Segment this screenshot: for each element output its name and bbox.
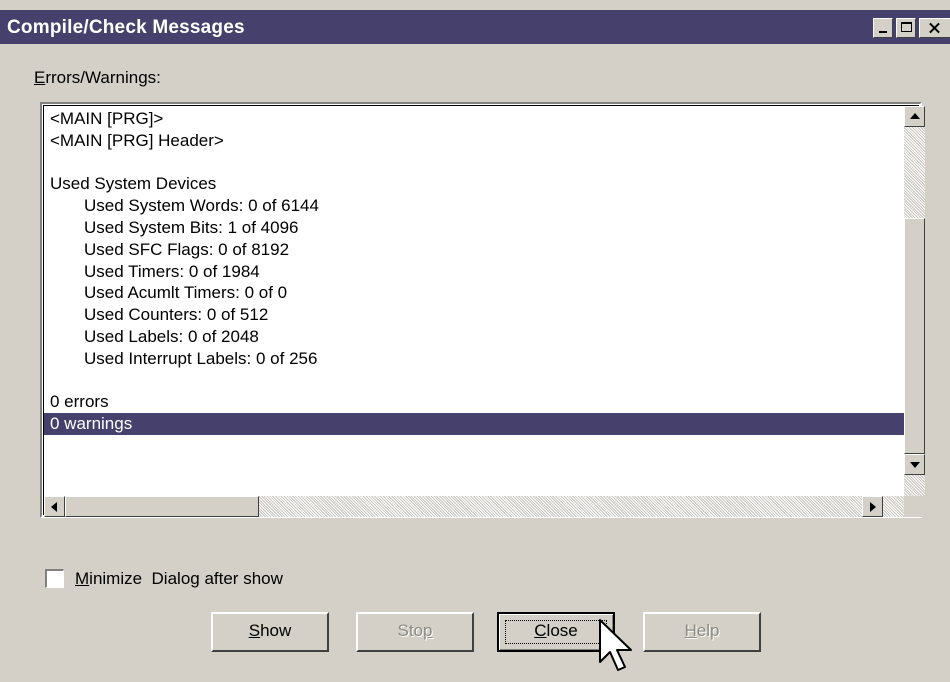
compile-check-dialog: Compile/Check Messages Errors/Warnings: … — [0, 0, 950, 682]
close-accel: C — [534, 621, 547, 640]
show-button[interactable]: Show — [211, 612, 329, 652]
close-button-label: Close — [534, 621, 577, 640]
help-button-label: Help — [685, 621, 720, 640]
chevron-down-icon — [910, 462, 920, 468]
stop-head: Sto — [397, 621, 424, 640]
message-line[interactable]: Used System Words: 0 of 6144 — [48, 195, 905, 217]
scroll-up-button[interactable] — [904, 106, 925, 127]
errors-warnings-label-accel: E — [34, 68, 46, 87]
stop-accel: p — [423, 621, 433, 640]
errors-warnings-label: Errors/Warnings: — [34, 68, 161, 88]
message-line[interactable]: Used System Bits: 1 of 4096 — [48, 217, 905, 239]
message-line[interactable]: <MAIN [PRG]> — [48, 108, 905, 130]
message-line[interactable]: Used Acumlt Timers: 0 of 0 — [48, 282, 905, 304]
scroll-down-button[interactable] — [904, 454, 925, 475]
help-accel: H — [684, 621, 697, 640]
message-line[interactable]: 0 errors — [48, 391, 905, 413]
messages-listbox[interactable]: <MAIN [PRG]> <MAIN [PRG] Header> Used Sy… — [40, 102, 925, 518]
message-line[interactable]: Used Interrupt Labels: 0 of 256 — [48, 348, 905, 370]
chevron-right-icon — [870, 502, 876, 512]
title-bar[interactable]: Compile/Check Messages — [0, 10, 950, 44]
horizontal-scrollbar[interactable] — [44, 496, 904, 517]
message-line[interactable]: Used SFC Flags: 0 of 8192 — [48, 239, 905, 261]
scrollbar-corner — [904, 496, 925, 517]
horizontal-scroll-thumb[interactable] — [65, 496, 259, 517]
errors-warnings-label-rest: rrors/Warnings: — [45, 68, 161, 87]
message-line[interactable]: Used System Devices — [48, 173, 905, 195]
chevron-left-icon — [51, 502, 57, 512]
window-title: Compile/Check Messages — [7, 17, 245, 38]
help-rest: elp — [696, 621, 720, 640]
minimize-label-tail: Dialog after show — [151, 569, 283, 588]
minimize-icon[interactable] — [873, 18, 893, 38]
message-line[interactable] — [48, 152, 905, 174]
messages-lines: <MAIN [PRG]> <MAIN [PRG] Header> Used Sy… — [44, 108, 905, 435]
message-line[interactable]: Used Timers: 0 of 1984 — [48, 261, 905, 283]
scroll-right-button[interactable] — [862, 496, 883, 517]
chevron-up-icon — [910, 113, 920, 119]
message-line-selected[interactable]: 0 warnings — [44, 413, 905, 435]
messages-list-frame: <MAIN [PRG]> <MAIN [PRG] Header> Used Sy… — [43, 105, 925, 517]
vertical-scroll-thumb[interactable] — [904, 218, 925, 454]
stop-button[interactable]: Stop — [356, 612, 474, 652]
scroll-left-button[interactable] — [44, 496, 65, 517]
minimize-label-accel: M — [75, 569, 90, 588]
close-icon[interactable] — [919, 18, 950, 38]
message-line[interactable]: Used Counters: 0 of 512 — [48, 304, 905, 326]
minimize-label-rest: inimize — [89, 569, 143, 588]
stop-button-label: Stop — [398, 621, 433, 640]
minimize-checkbox[interactable] — [45, 569, 64, 588]
message-line[interactable]: <MAIN [PRG] Header> — [48, 130, 905, 152]
message-line[interactable]: Used Labels: 0 of 2048 — [48, 326, 905, 348]
arrow-cursor-icon — [599, 619, 632, 671]
minimize-checkbox-label[interactable]: Minimize Dialog after show — [75, 569, 283, 589]
help-button[interactable]: Help — [643, 612, 761, 652]
maximize-icon[interactable] — [896, 18, 916, 38]
show-button-label: Show — [249, 621, 292, 640]
close-rest: lose — [546, 621, 578, 640]
show-rest: how — [260, 621, 292, 640]
show-accel: S — [248, 621, 261, 640]
message-line[interactable] — [48, 370, 905, 392]
vertical-scrollbar[interactable] — [904, 106, 925, 496]
